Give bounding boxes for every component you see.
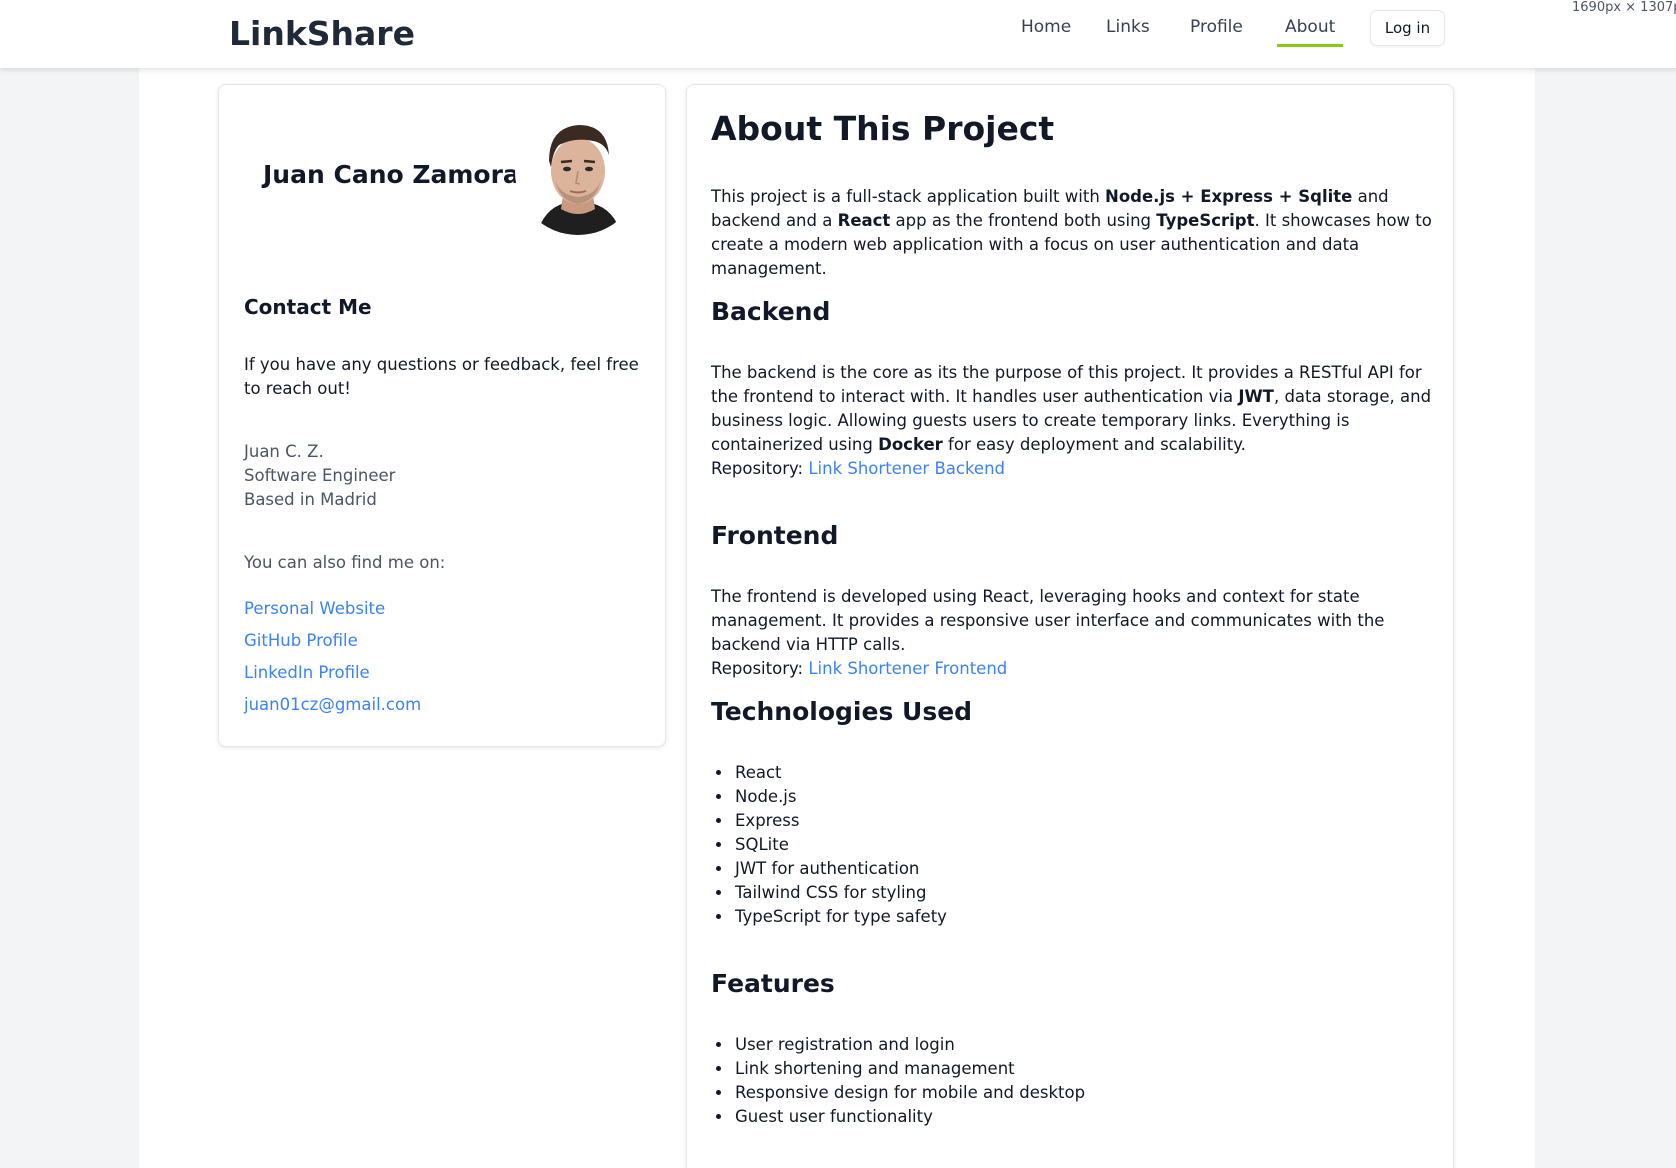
backend-paragraph: The backend is the core as its the purpo… [711, 363, 1432, 478]
contact-text: If you have any questions or feedback, f… [244, 355, 639, 398]
list-item: Responsive design for mobile and desktop [733, 1081, 1085, 1105]
technologies-title: Technologies Used [711, 697, 973, 726]
list-item: Node.js [733, 785, 947, 809]
nav-profile[interactable]: Profile [1182, 17, 1251, 44]
info-name: Juan C. Z. [244, 442, 324, 461]
list-item: Tailwind CSS for styling [733, 881, 947, 905]
linkedin-profile-link[interactable]: LinkedIn Profile [244, 663, 370, 682]
app-logo[interactable]: LinkShare [229, 14, 415, 53]
list-item: SQLite [733, 833, 947, 857]
find-me-text: You can also find me on: [244, 553, 446, 572]
nav-links[interactable]: Links [1098, 17, 1158, 44]
features-list: User registration and login Link shorten… [733, 1033, 1085, 1129]
contact-title: Contact Me [244, 295, 372, 319]
top-navbar: LinkShare Home Links Profile About Log i… [0, 0, 1676, 68]
backend-title: Backend [711, 297, 831, 326]
nav-home[interactable]: Home [1013, 17, 1079, 44]
github-profile-link[interactable]: GitHub Profile [244, 631, 358, 650]
frontend-repo-link[interactable]: Link Shortener Frontend [808, 659, 1007, 678]
intro-paragraph: This project is a full-stack application… [711, 187, 1432, 278]
login-button[interactable]: Log in [1370, 10, 1445, 46]
technologies-list: React Node.js Express SQLite JWT for aut… [733, 761, 947, 929]
personal-website-link[interactable]: Personal Website [244, 599, 385, 618]
profile-name: Juan Cano Zamora [263, 160, 520, 189]
info-role: Software Engineer [244, 466, 396, 485]
backend-repo-link[interactable]: Link Shortener Backend [808, 459, 1005, 478]
list-item: React [733, 761, 947, 785]
email-link[interactable]: juan01cz@gmail.com [244, 695, 421, 714]
list-item: User registration and login [733, 1033, 1085, 1057]
profile-card: Juan Cano Zamora Contact Me If you have … [218, 84, 666, 747]
features-title: Features [711, 969, 835, 998]
about-card: About This Project This project is a ful… [686, 84, 1454, 1168]
list-item: JWT for authentication [733, 857, 947, 881]
frontend-paragraph: The frontend is developed using React, l… [711, 587, 1385, 678]
list-item: Guest user functionality [733, 1105, 1085, 1129]
list-item: Express [733, 809, 947, 833]
list-item: TypeScript for type safety [733, 905, 947, 929]
frontend-title: Frontend [711, 521, 839, 550]
contact-info: Juan C. Z. Software Engineer Based in Ma… [244, 440, 395, 512]
info-location: Based in Madrid [244, 490, 377, 509]
dimension-readout: 1690px × 1307p [1572, 0, 1676, 15]
avatar [515, 109, 641, 235]
avatar-photo-icon [515, 109, 641, 235]
list-item: Link shortening and management [733, 1057, 1085, 1081]
page-title: About This Project [711, 109, 1055, 148]
nav-about[interactable]: About [1277, 17, 1344, 47]
